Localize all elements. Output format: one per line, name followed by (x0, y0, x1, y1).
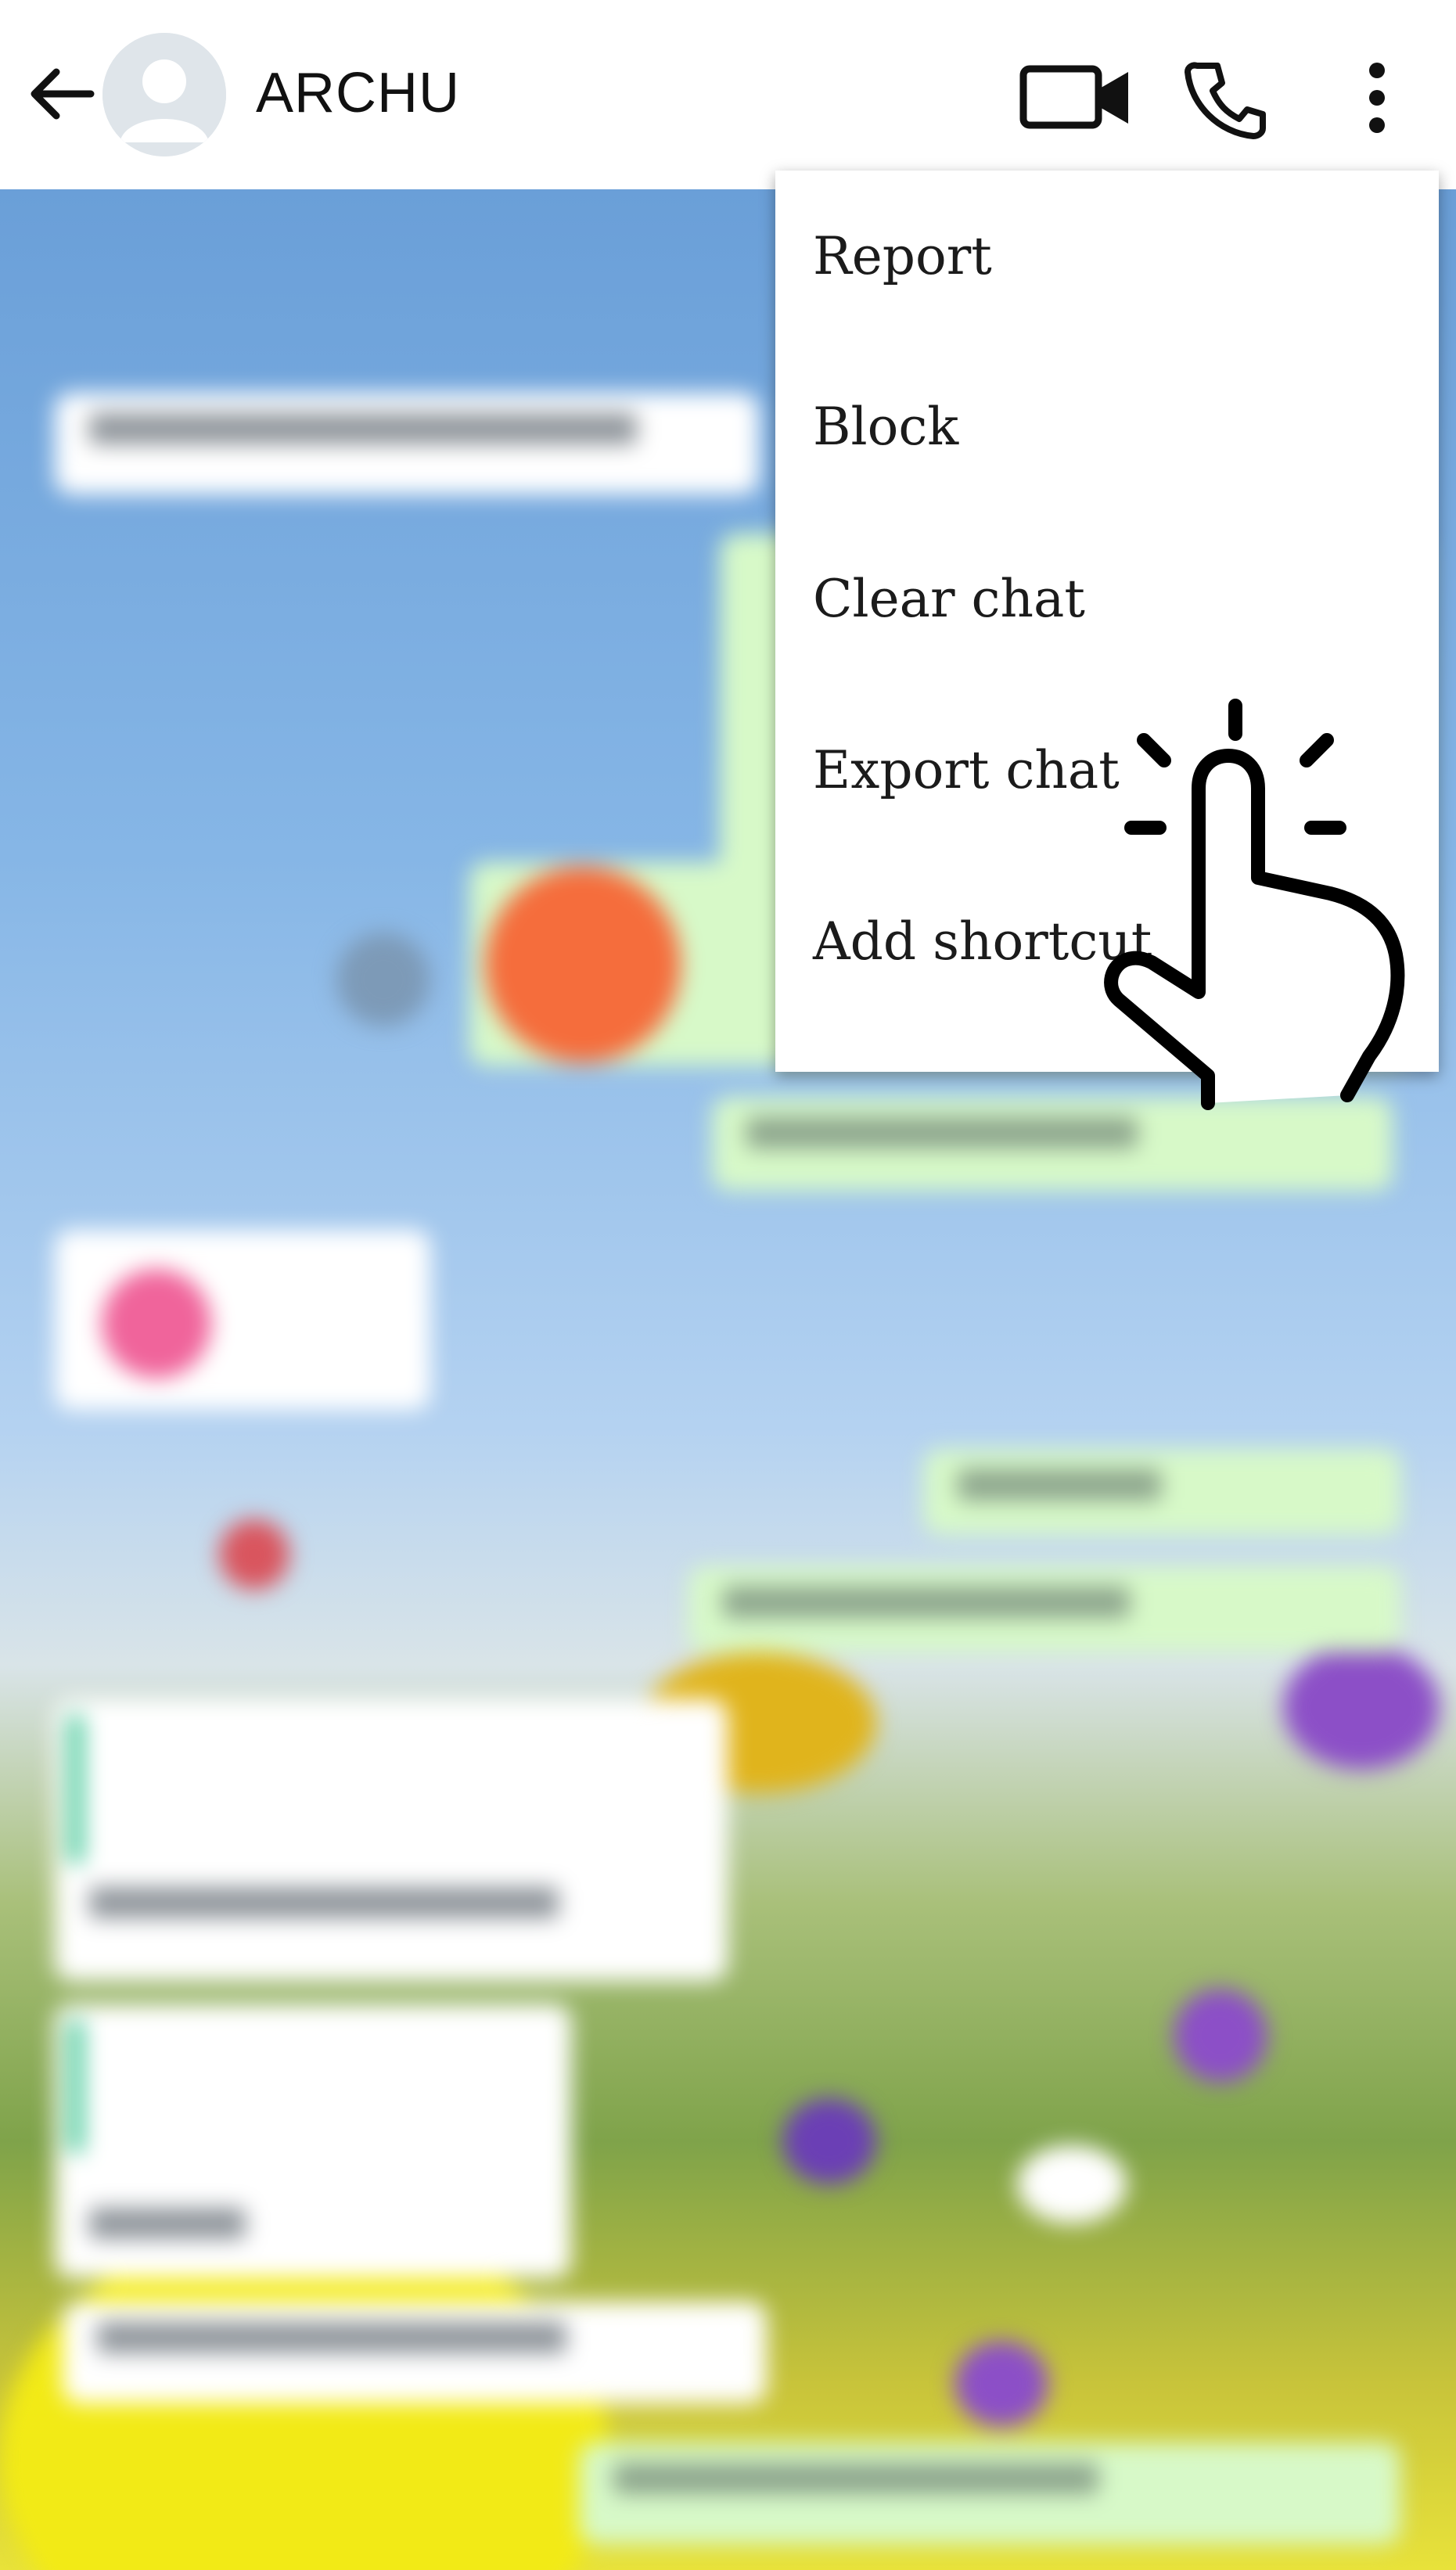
flower-decoration (954, 2341, 1048, 2427)
reply-message-bubble[interactable] (55, 2004, 571, 2278)
flower-decoration (782, 2098, 876, 2184)
menu-item-report[interactable]: Report (775, 171, 1439, 341)
message-bubble-outgoing[interactable] (923, 1449, 1400, 1535)
reply-message-bubble[interactable] (55, 1699, 728, 1981)
chat-header: ARCHU (0, 0, 1456, 189)
tap-hand-icon (1104, 699, 1405, 1110)
flower-decoration (1017, 2145, 1127, 2223)
sticker-message-bubble[interactable] (55, 1230, 430, 1410)
message-bubble-outgoing[interactable] (688, 1566, 1400, 1652)
video-camera-icon (1019, 65, 1128, 129)
flower-decoration (1174, 1989, 1267, 2083)
arrow-left-icon (31, 68, 95, 120)
more-options-button[interactable] (1334, 55, 1420, 141)
voice-call-button[interactable] (1181, 55, 1267, 141)
contact-name[interactable]: ARCHU (256, 61, 460, 125)
play-indicator (336, 933, 430, 1026)
message-bubble-incoming[interactable] (55, 393, 759, 494)
video-call-button[interactable] (1014, 55, 1128, 141)
message-bubble-outgoing[interactable] (579, 2442, 1400, 2544)
phone-icon (1185, 62, 1266, 139)
back-button[interactable] (22, 55, 100, 133)
message-bubble-incoming[interactable] (63, 2302, 767, 2403)
default-user-avatar-icon (102, 33, 226, 156)
menu-item-block[interactable]: Block (775, 341, 1439, 512)
menu-item-clear-chat[interactable]: Clear chat (775, 513, 1439, 684)
flower-decoration (219, 1519, 289, 1590)
contact-avatar[interactable] (102, 33, 226, 156)
more-vertical-icon (1369, 63, 1385, 133)
flower-decoration (1283, 1644, 1440, 1770)
